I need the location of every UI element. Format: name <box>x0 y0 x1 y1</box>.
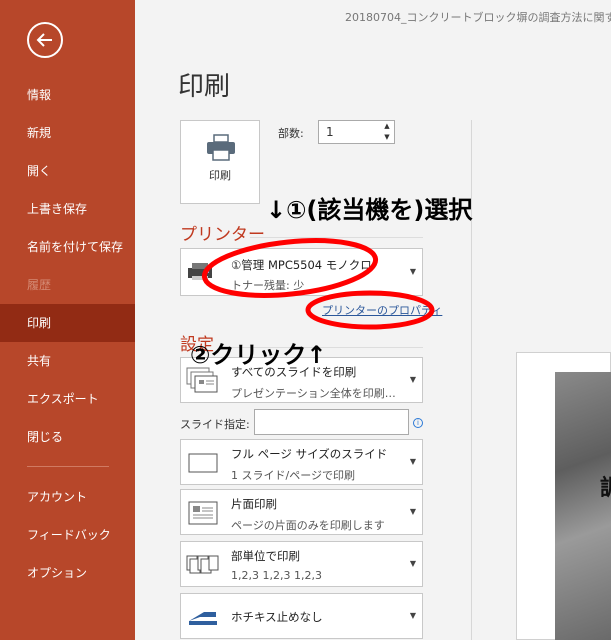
slides-input[interactable] <box>254 409 409 435</box>
preview-photo <box>555 372 611 640</box>
printer-device-icon <box>188 263 212 280</box>
print-range-desc: プレゼンテーション全体を印刷… <box>231 387 396 400</box>
nav-new[interactable]: 新規 <box>0 114 135 152</box>
nav-save-as[interactable]: 名前を付けて保存 <box>0 228 135 266</box>
staple-label: ホチキス止めなし <box>231 610 323 624</box>
annotation-step1: ↓①(該当機を)選択 <box>266 196 473 224</box>
document-title: 20180704_コンクリートブロック塀の調査方法に関する資 <box>345 11 611 24</box>
chevron-down-icon: ▼ <box>409 457 416 466</box>
nav-info[interactable]: 情報 <box>0 76 135 114</box>
chevron-down-icon: ▼ <box>409 559 416 568</box>
printer-status: トナー残量: 少 <box>231 279 305 292</box>
nav-history: 履歴 <box>27 278 52 292</box>
chevron-down-icon: ▼ <box>409 507 416 516</box>
printer-properties-link[interactable]: プリンターのプロパティ <box>322 302 442 318</box>
staple-dropdown[interactable]: ホチキス止めなし ▼ <box>180 593 423 639</box>
sides-dropdown[interactable]: 片面印刷 ページの片面のみを印刷します ▼ <box>180 489 423 535</box>
chevron-down-icon: ▼ <box>409 267 416 276</box>
one-sided-icon <box>188 501 218 525</box>
nav-options[interactable]: オプション <box>0 554 135 592</box>
chevron-down-icon: ▼ <box>409 375 416 384</box>
nav-divider <box>27 466 109 467</box>
copies-input[interactable]: 1 ▲ ▼ <box>318 120 395 144</box>
print-button-label: 印刷 <box>209 169 231 182</box>
collate-dropdown[interactable]: 部単位で印刷 1,2,3 1,2,3 1,2,3 ▼ <box>180 541 423 587</box>
staple-icon <box>189 612 217 625</box>
nav-feedback[interactable]: フィードバック <box>0 516 135 554</box>
printer-section-rule <box>250 237 423 238</box>
sides-label: 片面印刷 <box>231 497 277 511</box>
printer-icon <box>207 134 235 161</box>
nav-print[interactable]: 印刷 <box>0 304 135 342</box>
pages-icon <box>186 367 218 393</box>
copies-label: 部数: <box>278 127 304 140</box>
slides-label: スライド指定: <box>180 418 250 431</box>
chevron-down-icon: ▼ <box>409 611 416 620</box>
nav-share[interactable]: 共有 <box>0 342 135 380</box>
layout-dropdown[interactable]: フル ページ サイズのスライド 1 スライド/ページで印刷 ▼ <box>180 439 423 485</box>
copies-spinner[interactable]: ▲ ▼ <box>380 121 394 143</box>
collate-icon <box>186 555 219 574</box>
page-title: 印刷 <box>178 72 231 102</box>
layout-label: フル ページ サイズのスライド <box>231 447 388 461</box>
sides-desc: ページの片面のみを印刷します <box>231 519 385 532</box>
backstage-sidebar: 情報 新規 開く 上書き保存 名前を付けて保存 履歴 印刷 共有 エクスポート … <box>0 0 135 640</box>
collate-label: 部単位で印刷 <box>231 549 300 563</box>
nav-save[interactable]: 上書き保存 <box>0 190 135 228</box>
collate-desc: 1,2,3 1,2,3 1,2,3 <box>231 569 322 582</box>
layout-desc: 1 スライド/ページで印刷 <box>231 469 355 482</box>
slide-icon <box>188 453 218 473</box>
annotation-step2: ②クリック↑ <box>190 341 327 369</box>
print-button[interactable]: 印刷 <box>180 120 260 204</box>
info-icon[interactable]: i <box>413 418 423 428</box>
back-button[interactable] <box>27 22 63 58</box>
printer-section-title: プリンター <box>180 225 265 245</box>
back-arrow-icon <box>36 33 52 47</box>
preview-text: 調 <box>600 470 611 502</box>
printer-name: ①管理 MPC5504 モノクロ <box>231 258 372 272</box>
copies-value: 1 <box>326 125 334 139</box>
nav-account[interactable]: アカウント <box>0 478 135 516</box>
nav-open[interactable]: 開く <box>0 152 135 190</box>
nav-close[interactable]: 閉じる <box>0 418 135 456</box>
printer-dropdown[interactable]: ①管理 MPC5504 モノクロ トナー残量: 少 ▼ <box>180 248 423 296</box>
nav-export[interactable]: エクスポート <box>0 380 135 418</box>
